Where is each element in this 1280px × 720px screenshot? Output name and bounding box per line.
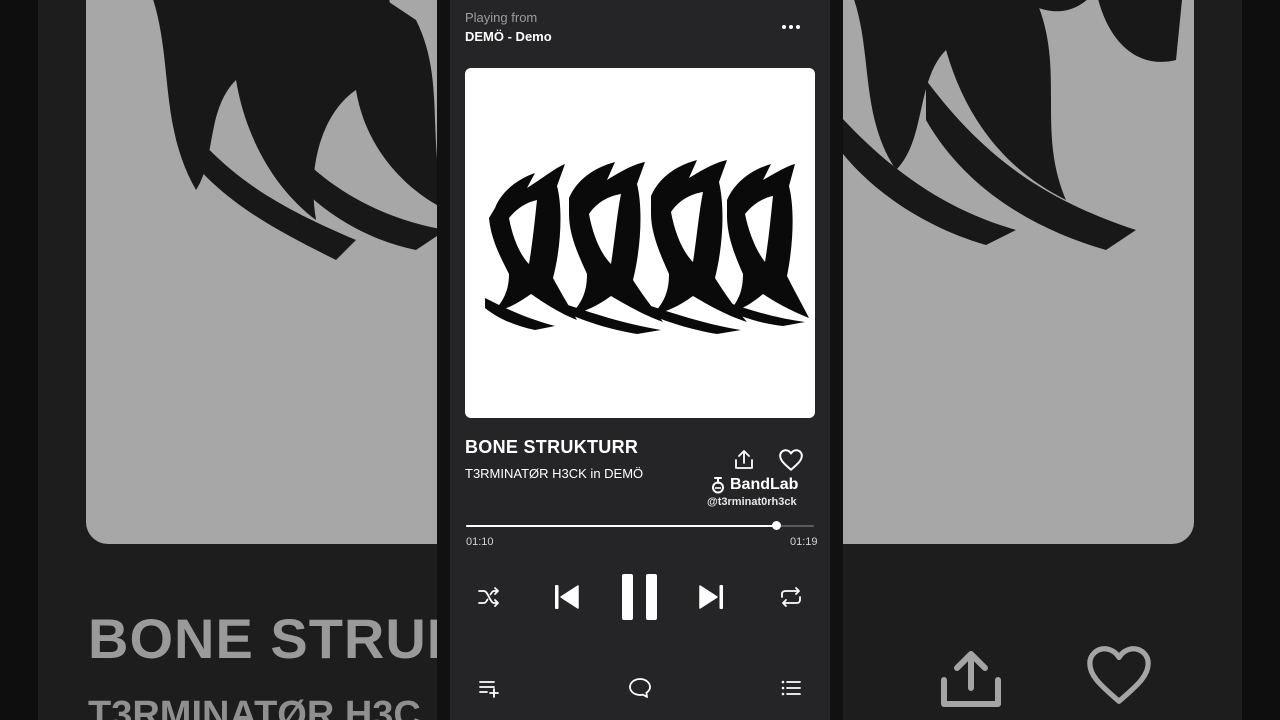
pause-button[interactable] bbox=[618, 572, 662, 622]
playlist-source-name[interactable]: DEMÖ - Demo bbox=[465, 29, 552, 44]
background-artist: T3RMINATØR H3C bbox=[88, 694, 421, 720]
repeat-button[interactable] bbox=[778, 584, 804, 610]
progress-fill bbox=[466, 525, 776, 527]
background-track-title: BONE STRUK bbox=[88, 607, 469, 670]
background-heart-icon bbox=[1087, 646, 1151, 704]
heart-icon[interactable] bbox=[778, 448, 804, 472]
more-horizontal-icon bbox=[789, 25, 793, 29]
progress-knob[interactable] bbox=[771, 521, 781, 530]
background-share-icon bbox=[941, 651, 1001, 707]
previous-button[interactable] bbox=[552, 583, 582, 611]
more-horizontal-icon bbox=[782, 25, 786, 29]
pause-icon bbox=[622, 574, 657, 620]
shuffle-icon bbox=[478, 587, 499, 607]
artist-handle: @t3rminat0rh3ck bbox=[707, 496, 797, 508]
track-artist-album[interactable]: T3RMINATØR H3CK in DEMÖ bbox=[465, 466, 643, 481]
album-cover bbox=[465, 68, 815, 418]
more-horizontal-icon bbox=[796, 25, 800, 29]
elapsed-time: 01:10 bbox=[466, 536, 494, 548]
previous-icon bbox=[555, 585, 579, 609]
background-edge-right bbox=[1242, 0, 1280, 720]
comment-icon bbox=[629, 678, 651, 698]
next-icon bbox=[699, 585, 723, 609]
demo-logo-art bbox=[485, 160, 809, 334]
track-title: BONE STRUKTURR bbox=[465, 437, 639, 457]
progress-bar[interactable] bbox=[466, 521, 814, 530]
track-list-button[interactable] bbox=[780, 677, 802, 699]
phone-frame-right bbox=[829, 0, 843, 720]
total-time: 01:19 bbox=[790, 536, 818, 548]
add-to-queue-button[interactable] bbox=[477, 677, 501, 699]
playing-from-label: Playing from bbox=[465, 10, 538, 25]
background-edge-left bbox=[0, 0, 38, 720]
shuffle-button[interactable] bbox=[476, 584, 502, 610]
add-to-queue-icon bbox=[479, 681, 499, 698]
now-playing-screen: Playing from DEMÖ - Demo BONE STRUKTURR … bbox=[450, 0, 830, 720]
comments-button[interactable] bbox=[627, 676, 653, 700]
more-options-button[interactable] bbox=[776, 14, 806, 40]
next-button[interactable] bbox=[696, 583, 726, 611]
bandlab-logo-icon bbox=[712, 477, 724, 494]
list-icon bbox=[781, 680, 801, 696]
bandlab-name: BandLab bbox=[730, 476, 799, 493]
share-icon[interactable] bbox=[732, 448, 756, 472]
repeat-icon bbox=[781, 587, 801, 607]
phone-frame-left bbox=[437, 0, 451, 720]
bandlab-watermark: BandLab bbox=[709, 476, 798, 494]
